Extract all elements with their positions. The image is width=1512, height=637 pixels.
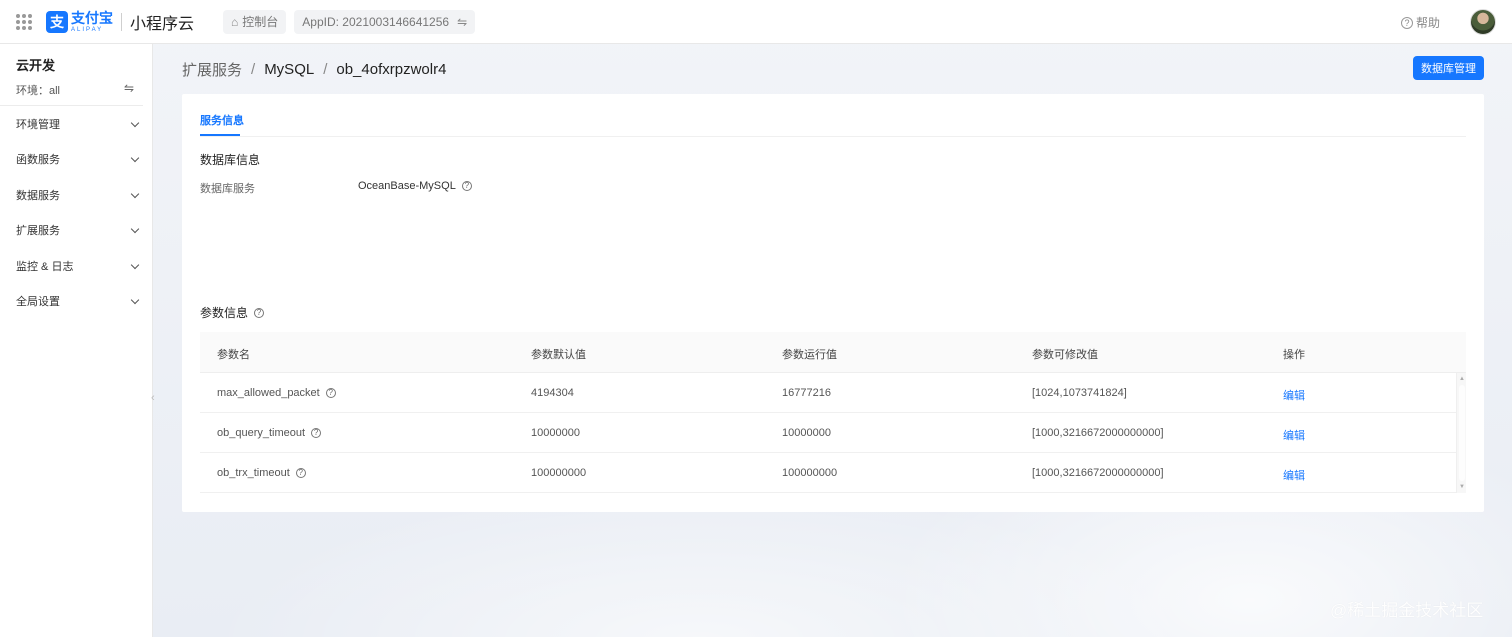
param-running: 16777216 xyxy=(782,387,831,399)
breadcrumb-separator: / xyxy=(323,61,328,78)
question-icon[interactable]: ? xyxy=(254,307,265,318)
avatar[interactable] xyxy=(1470,9,1496,35)
params-title: 参数信息 ? xyxy=(200,304,265,321)
top-bar: 支 支付宝 ALIPAY 小程序云 ⌂ 控制台 AppID: 202100314… xyxy=(0,0,1512,44)
sidebar-item-functions[interactable]: 函数服务 xyxy=(16,149,140,169)
scroll-up-icon[interactable]: ▲ xyxy=(1458,375,1466,383)
sidebar-item-settings[interactable]: 全局设置 xyxy=(16,291,140,311)
column-header: 参数可修改值 xyxy=(1032,349,1098,361)
db-manage-button[interactable]: 数据库管理 xyxy=(1413,56,1484,80)
watermark: @稀土掘金技术社区 xyxy=(1330,601,1484,620)
db-service-label: 数据库服务 xyxy=(200,183,255,195)
param-default: 4194304 xyxy=(531,387,574,399)
env-selector-label[interactable]: 环境：all xyxy=(16,82,60,98)
question-icon[interactable]: ? xyxy=(461,181,472,191)
sidebar-item-data[interactable]: 数据服务 xyxy=(16,185,140,205)
help-link[interactable]: ? 帮助 xyxy=(1400,14,1440,31)
param-range: [1000,3216672000000000] xyxy=(1032,467,1164,479)
sidebar-item-extensions[interactable]: 扩展服务 xyxy=(16,220,140,240)
scroll-thumb[interactable] xyxy=(1459,385,1465,481)
edit-link[interactable]: 编辑 xyxy=(1283,387,1305,403)
sidebar-collapse-icon[interactable]: ‹ xyxy=(151,392,161,416)
edit-link[interactable]: 编辑 xyxy=(1283,427,1305,443)
sidebar-item-label: 环境管理 xyxy=(16,119,60,131)
sidebar-item-env-manage[interactable]: 环境管理 xyxy=(16,114,140,134)
chevron-down-icon xyxy=(130,260,140,269)
sidebar-item-label: 全局设置 xyxy=(16,296,60,308)
column-header: 参数运行值 xyxy=(782,349,837,361)
sidebar-item-label: 函数服务 xyxy=(16,154,60,166)
table-row: ob_trx_timeout ? 100000000 100000000 [10… xyxy=(200,453,1456,493)
breadcrumb-item[interactable]: 扩展服务 xyxy=(182,59,242,80)
question-icon[interactable]: ? xyxy=(295,468,306,478)
param-default: 100000000 xyxy=(531,467,587,479)
console-button[interactable]: ⌂ 控制台 xyxy=(223,9,287,34)
tab-divider xyxy=(200,136,1466,137)
console-label: 控制台 xyxy=(242,15,279,29)
chevron-down-icon xyxy=(130,189,140,198)
help-icon: ? xyxy=(1400,16,1413,29)
app-grid-icon[interactable] xyxy=(16,13,32,30)
db-service-value: OceanBase-MySQL ? xyxy=(358,180,472,192)
param-range: [1000,3216672000000000] xyxy=(1032,427,1164,439)
swap-icon: ⇋ xyxy=(457,14,468,29)
appid-text: AppID: 2021003146641256 xyxy=(302,14,450,29)
column-header: 操作 xyxy=(1283,349,1305,361)
home-icon: ⌂ xyxy=(231,14,239,29)
params-title-text: 参数信息 xyxy=(200,306,249,320)
breadcrumb-separator: / xyxy=(251,61,256,78)
alipay-logo-icon: 支 xyxy=(46,10,68,33)
product-name: 小程序云 xyxy=(130,15,195,33)
param-name-cell: ob_trx_timeout ? xyxy=(217,467,306,479)
tab-service-info[interactable]: 服务信息 xyxy=(200,112,244,128)
brand-logo[interactable]: 支 支付宝 ALIPAY 小程序云 xyxy=(46,0,194,44)
table-row: max_allowed_packet ? 4194304 16777216 [1… xyxy=(200,373,1456,413)
brand-divider xyxy=(121,12,122,31)
sidebar-item-label: 扩展服务 xyxy=(16,225,60,237)
chevron-down-icon xyxy=(130,153,140,162)
table-body: max_allowed_packet ? 4194304 16777216 [1… xyxy=(200,373,1466,493)
sidebar-item-label: 监控 & 日志 xyxy=(16,261,74,273)
sidebar-divider xyxy=(0,105,143,106)
breadcrumb: 扩展服务 / MySQL / ob_4ofxrpzwolr4 xyxy=(182,59,446,80)
chevron-down-icon xyxy=(130,118,140,127)
table-header: 参数名 参数默认值 参数运行值 参数可修改值 操作 xyxy=(200,332,1466,373)
param-running: 100000000 xyxy=(782,467,838,479)
brand-name-cn: 支付宝 xyxy=(71,9,113,26)
param-range: [1024,1073741824] xyxy=(1032,387,1127,399)
sidebar-title: 云开发 xyxy=(16,58,56,73)
sidebar: 云开发 环境：all ⇋ 环境管理 函数服务 数据服务 扩展服务 监控 & 日志… xyxy=(0,44,153,637)
service-card: 服务信息 数据库信息 数据库服务 OceanBase-MySQL ? 参数信息 … xyxy=(182,94,1484,512)
param-name-cell: max_allowed_packet ? xyxy=(217,387,336,399)
column-header: 参数默认值 xyxy=(531,349,586,361)
param-name: max_allowed_packet xyxy=(217,387,320,399)
env-swap-icon[interactable]: ⇋ xyxy=(124,81,134,95)
help-label: 帮助 xyxy=(1415,16,1440,30)
table-row: ob_query_timeout ? 10000000 10000000 [10… xyxy=(200,413,1456,453)
question-icon[interactable]: ? xyxy=(325,388,336,398)
breadcrumb-item[interactable]: MySQL xyxy=(264,61,314,78)
param-default: 10000000 xyxy=(531,427,580,439)
params-table: 参数名 参数默认值 参数运行值 参数可修改值 操作 max_allowed_pa… xyxy=(200,332,1466,493)
column-header: 参数名 xyxy=(217,349,250,361)
db-service-text: OceanBase-MySQL xyxy=(358,180,456,192)
edit-link[interactable]: 编辑 xyxy=(1283,467,1305,483)
breadcrumb-current: ob_4ofxrpzwolr4 xyxy=(336,61,447,78)
table-scrollbar[interactable]: ▲ ▼ xyxy=(1456,373,1466,493)
sidebar-item-label: 数据服务 xyxy=(16,190,60,202)
param-name: ob_trx_timeout xyxy=(217,467,290,479)
param-name-cell: ob_query_timeout ? xyxy=(217,427,322,439)
chevron-down-icon xyxy=(130,295,140,304)
db-info-title: 数据库信息 xyxy=(200,153,261,167)
param-running: 10000000 xyxy=(782,427,831,439)
scroll-down-icon[interactable]: ▼ xyxy=(1458,483,1466,491)
question-icon[interactable]: ? xyxy=(311,428,322,438)
brand-name-en: ALIPAY xyxy=(71,26,104,33)
sidebar-item-monitoring[interactable]: 监控 & 日志 xyxy=(16,256,140,276)
appid-switcher[interactable]: AppID: 2021003146641256 ⇋ xyxy=(294,9,476,34)
chevron-down-icon xyxy=(130,224,140,233)
param-name: ob_query_timeout xyxy=(217,427,306,439)
